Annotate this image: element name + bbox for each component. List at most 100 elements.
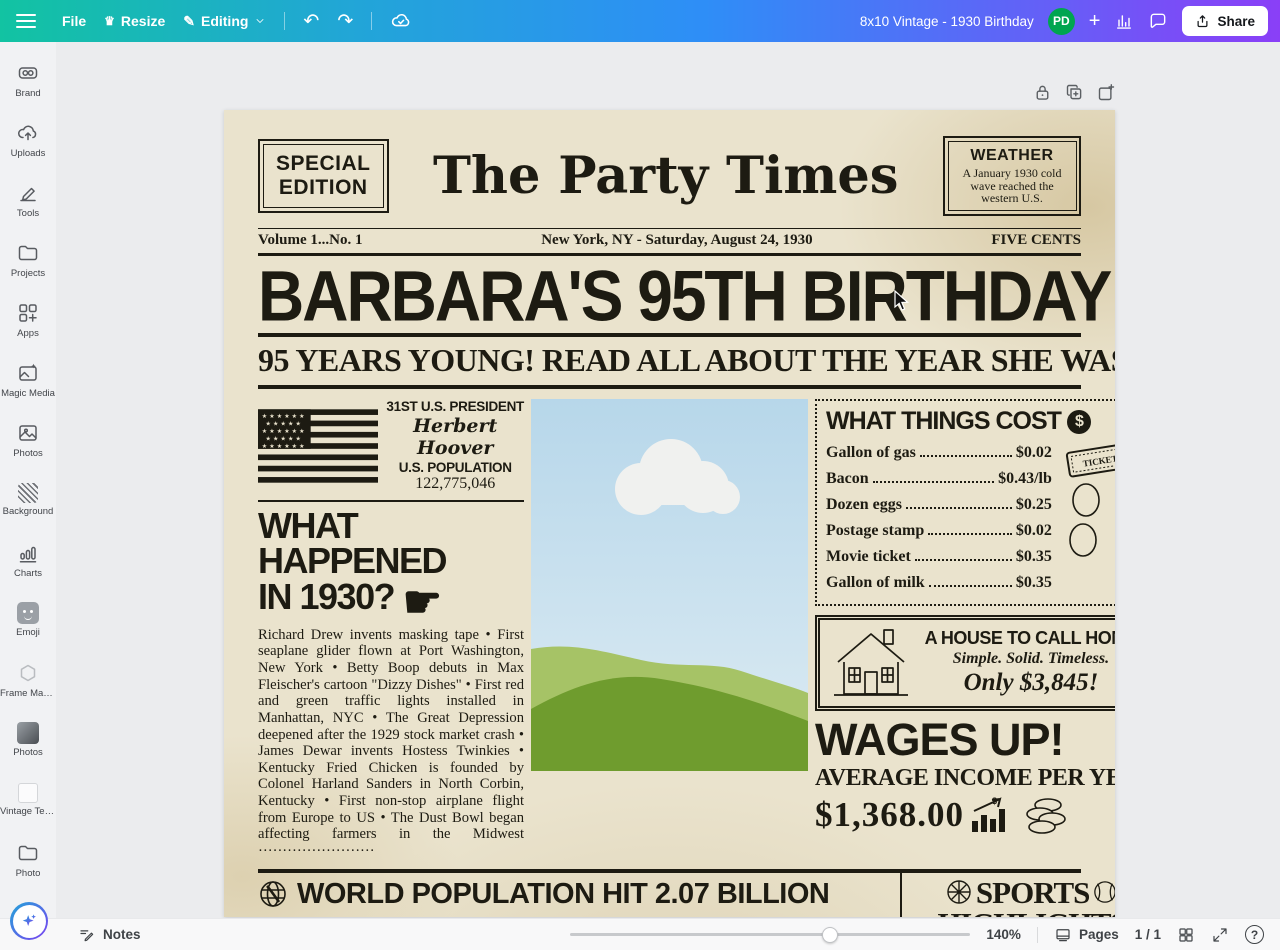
zoom-level[interactable]: 140%	[986, 927, 1021, 942]
magic-media-icon	[16, 361, 40, 385]
cost-row: Bacon$0.43/lb	[826, 466, 1052, 492]
president-title: 31ST U.S. PRESIDENT	[386, 399, 524, 414]
resize-button[interactable]: ♛ Resize	[104, 13, 165, 29]
photo-thumbnail-icon	[17, 722, 39, 744]
pages-button[interactable]: Pages	[1054, 926, 1119, 944]
comments-icon[interactable]	[1148, 11, 1168, 31]
add-page-icon[interactable]	[1096, 82, 1117, 103]
share-button[interactable]: Share	[1182, 6, 1268, 36]
sidebar-item-brand[interactable]: Brand	[0, 50, 56, 110]
add-member-button[interactable]: +	[1089, 11, 1101, 31]
background-icon	[18, 483, 38, 503]
sub-headline[interactable]: 95 YEARS YOUNG! READ ALL ABOUT THE YEAR …	[258, 337, 1081, 385]
chevron-down-icon	[254, 15, 266, 27]
cloud-save-icon[interactable]	[390, 10, 412, 32]
sidebar-item-magic-media[interactable]: Magic Media	[0, 350, 56, 410]
pointing-hand-icon: ☛	[403, 578, 441, 627]
fullscreen-icon[interactable]	[1211, 926, 1229, 944]
sidebar-item-photo[interactable]: Photo	[0, 830, 56, 890]
emoji-icon	[17, 602, 39, 624]
us-flag-illustration: ★★★★★★ ★★★★★ ★★★★★★ ★★★★★ ★★★★★★	[258, 407, 378, 485]
wages-amount: $1,368.00	[815, 795, 964, 835]
sidebar-item-emoji[interactable]: Emoji	[0, 590, 56, 650]
insights-icon[interactable]	[1114, 11, 1134, 31]
photos-icon	[16, 421, 40, 445]
special-edition-box[interactable]: SPECIAL EDITION	[258, 139, 389, 212]
sidebar-item-uploads[interactable]: Uploads	[0, 110, 56, 170]
eggs-illustration	[1061, 482, 1111, 560]
divider	[258, 385, 1081, 389]
lock-icon[interactable]	[1032, 82, 1053, 103]
dollar-icon: $	[1067, 410, 1091, 434]
cost-row: Gallon of gas$0.02	[826, 440, 1052, 466]
sports-highlights-block[interactable]: SPORTS HIGHLIGHTS World Series Champions…	[900, 873, 1115, 917]
notes-button[interactable]: Notes	[78, 926, 141, 944]
undo-icon[interactable]: ↶	[303, 12, 319, 31]
sidebar-item-vintage-textures[interactable]: Vintage Tex...	[0, 770, 56, 830]
wages-block[interactable]: WAGES UP! AVERAGE INCOME PER YEAR $1,368…	[815, 717, 1115, 835]
duplicate-page-icon[interactable]	[1064, 82, 1085, 103]
sidebar-item-apps[interactable]: Apps	[0, 290, 56, 350]
sidebar-item-frame-maker[interactable]: Frame Maker	[0, 650, 56, 710]
sidebar-item-tools[interactable]: Tools	[0, 170, 56, 230]
sparkle-icon	[13, 905, 46, 938]
cost-row: Postage stamp$0.02	[826, 518, 1052, 544]
world-population-banner[interactable]: WORLD POPULATION HIT 2.07 BILLION	[258, 873, 892, 917]
population-title: U.S. POPULATION	[386, 460, 524, 475]
world-population-text: WORLD POPULATION HIT 2.07 BILLION	[297, 878, 829, 911]
svg-text:★★★★★★: ★★★★★★	[262, 443, 307, 450]
zoom-slider-track[interactable]	[570, 933, 970, 936]
share-icon	[1195, 14, 1210, 29]
folder-icon	[16, 841, 40, 865]
population-value: 122,775,046	[386, 475, 524, 493]
landscape-photo-placeholder[interactable]	[531, 399, 808, 771]
newspaper-header: SPECIAL EDITION The Party Times WEATHER …	[258, 130, 1081, 222]
left-column: ★★★★★★ ★★★★★ ★★★★★★ ★★★★★ ★★★★★★ 31ST U.…	[258, 399, 524, 859]
sidebar-item-charts[interactable]: Charts	[0, 530, 56, 590]
what-things-cost-box[interactable]: WHAT THINGS COST $ Gallon of gas$0.02 Ba…	[815, 399, 1115, 605]
dateline-row[interactable]: Volume 1...No. 1 New York, NY - Saturday…	[258, 228, 1081, 256]
weather-box[interactable]: WEATHER A January 1930 cold wave reached…	[943, 136, 1081, 216]
pages-icon	[1054, 926, 1072, 944]
zoom-slider[interactable]	[570, 927, 970, 943]
divider	[284, 12, 285, 30]
file-menu[interactable]: File	[62, 13, 86, 29]
cost-row: Dozen eggs$0.25	[826, 492, 1052, 518]
zoom-slider-thumb[interactable]	[822, 927, 838, 943]
sidebar-item-background[interactable]: Background	[0, 470, 56, 530]
cost-title: WHAT THINGS COST	[826, 407, 1061, 436]
wages-title: WAGES UP!	[815, 717, 1115, 762]
design-page[interactable]: SPECIAL EDITION The Party Times WEATHER …	[224, 110, 1115, 917]
masthead-title[interactable]: The Party Times	[399, 130, 933, 222]
cost-row: Movie ticket$0.35	[826, 544, 1052, 570]
menu-icon[interactable]	[16, 14, 36, 28]
main-headline[interactable]: BARBARA'S 95TH BIRTHDAY	[258, 258, 1081, 335]
editing-mode-dropdown[interactable]: ✎ Editing	[183, 13, 266, 30]
bottom-bar: Notes 140% Pages 1 / 1 ?	[0, 918, 1280, 950]
avatar[interactable]: PD	[1048, 8, 1075, 35]
weather-body: A January 1930 cold wave reached the wes…	[953, 167, 1072, 206]
grid-view-icon[interactable]	[1177, 926, 1195, 944]
top-toolbar: File ♛ Resize ✎ Editing ↶ ↷ 8x10 Vintage…	[0, 0, 1280, 42]
house-ad-box[interactable]: A HOUSE TO CALL HOME Simple. Solid. Time…	[815, 615, 1115, 711]
svg-text:★★★★★: ★★★★★	[266, 435, 303, 442]
pencil-icon: ✎	[183, 13, 195, 30]
document-title[interactable]: 8x10 Vintage - 1930 Birthday	[860, 14, 1034, 29]
svg-text:★★★★★★: ★★★★★★	[262, 413, 307, 420]
frame-maker-icon	[16, 661, 40, 685]
canva-ai-button[interactable]	[10, 902, 48, 940]
coins-icon	[1018, 795, 1070, 835]
sidebar-item-photos-2[interactable]: Photos	[0, 710, 56, 770]
president-block[interactable]: ★★★★★★ ★★★★★ ★★★★★★ ★★★★★ ★★★★★★ 31ST U.…	[258, 399, 524, 493]
what-happened-title[interactable]: WHAT HAPPENED IN 1930? ☛	[258, 508, 524, 620]
redo-icon[interactable]: ↷	[337, 12, 353, 31]
wages-subtitle: AVERAGE INCOME PER YEAR	[815, 765, 1115, 792]
house-illustration	[828, 624, 914, 702]
sidebar-item-projects[interactable]: Projects	[0, 230, 56, 290]
sidebar-item-photos[interactable]: Photos	[0, 410, 56, 470]
brand-icon	[16, 61, 40, 85]
what-happened-body[interactable]: Richard Drew invents masking tape • Firs…	[258, 627, 524, 860]
president-name: Herbert Hoover	[386, 415, 524, 459]
help-button[interactable]: ?	[1245, 925, 1264, 944]
texture-swatch-icon	[18, 783, 38, 803]
